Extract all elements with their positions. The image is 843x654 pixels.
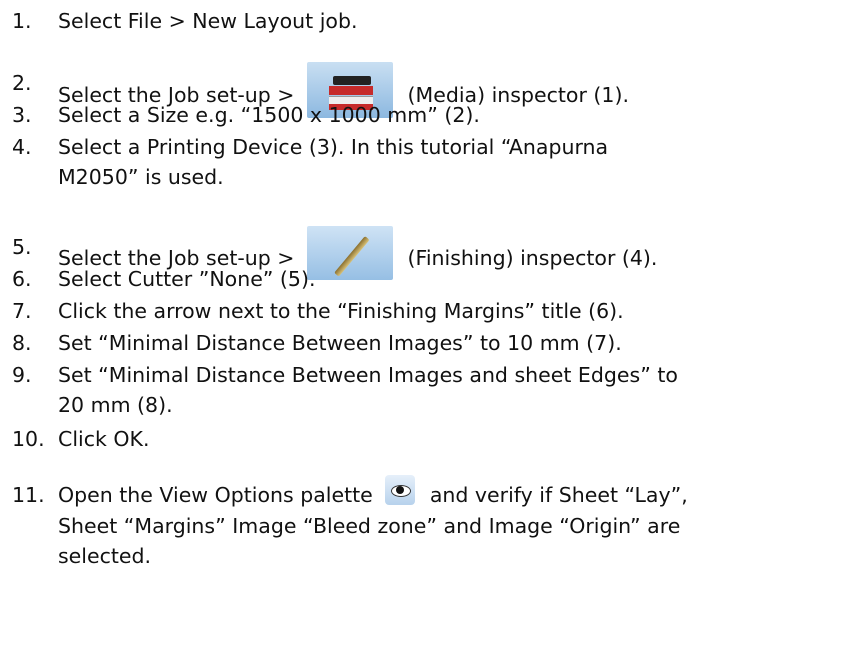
step-number: 8.: [12, 331, 32, 355]
step-text: Click the arrow next to the “Finishing M…: [58, 299, 624, 323]
step-text: Click OK.: [58, 427, 150, 451]
step-text: selected.: [58, 544, 152, 568]
step-text: 20 mm (8).: [58, 393, 173, 417]
step-number: 11.: [12, 483, 45, 507]
step-number: 10.: [12, 427, 45, 451]
step-text: Sheet “Margins” Image “Bleed zone” and I…: [58, 514, 681, 538]
step-number: 1.: [12, 9, 32, 33]
step-text: Select a Printing Device (3). In this tu…: [58, 135, 609, 159]
step-text: Set “Minimal Distance Between Images” to…: [58, 331, 622, 355]
step-number: 9.: [12, 363, 32, 387]
step-text: M2050” is used.: [58, 165, 224, 189]
step-text: Open the View Options palette: [58, 483, 373, 507]
step-number: 5.: [12, 235, 32, 259]
step-text: and verify if Sheet “Lay”,: [429, 483, 688, 507]
step-text: Select Cutter ”None” (5).: [58, 267, 316, 291]
step-text: Set “Minimal Distance Between Images and…: [58, 363, 678, 387]
step-number: 3.: [12, 103, 32, 127]
step-number: 2.: [12, 71, 32, 95]
step-text: Select a Size e.g. “1500 x 1000 mm” (2).: [58, 103, 480, 127]
step-text: Select File > New Layout job.: [58, 9, 358, 33]
step-number: 4.: [12, 135, 32, 159]
eye-icon: [385, 475, 416, 505]
step-number: 7.: [12, 299, 32, 323]
step-number: 6.: [12, 267, 32, 291]
